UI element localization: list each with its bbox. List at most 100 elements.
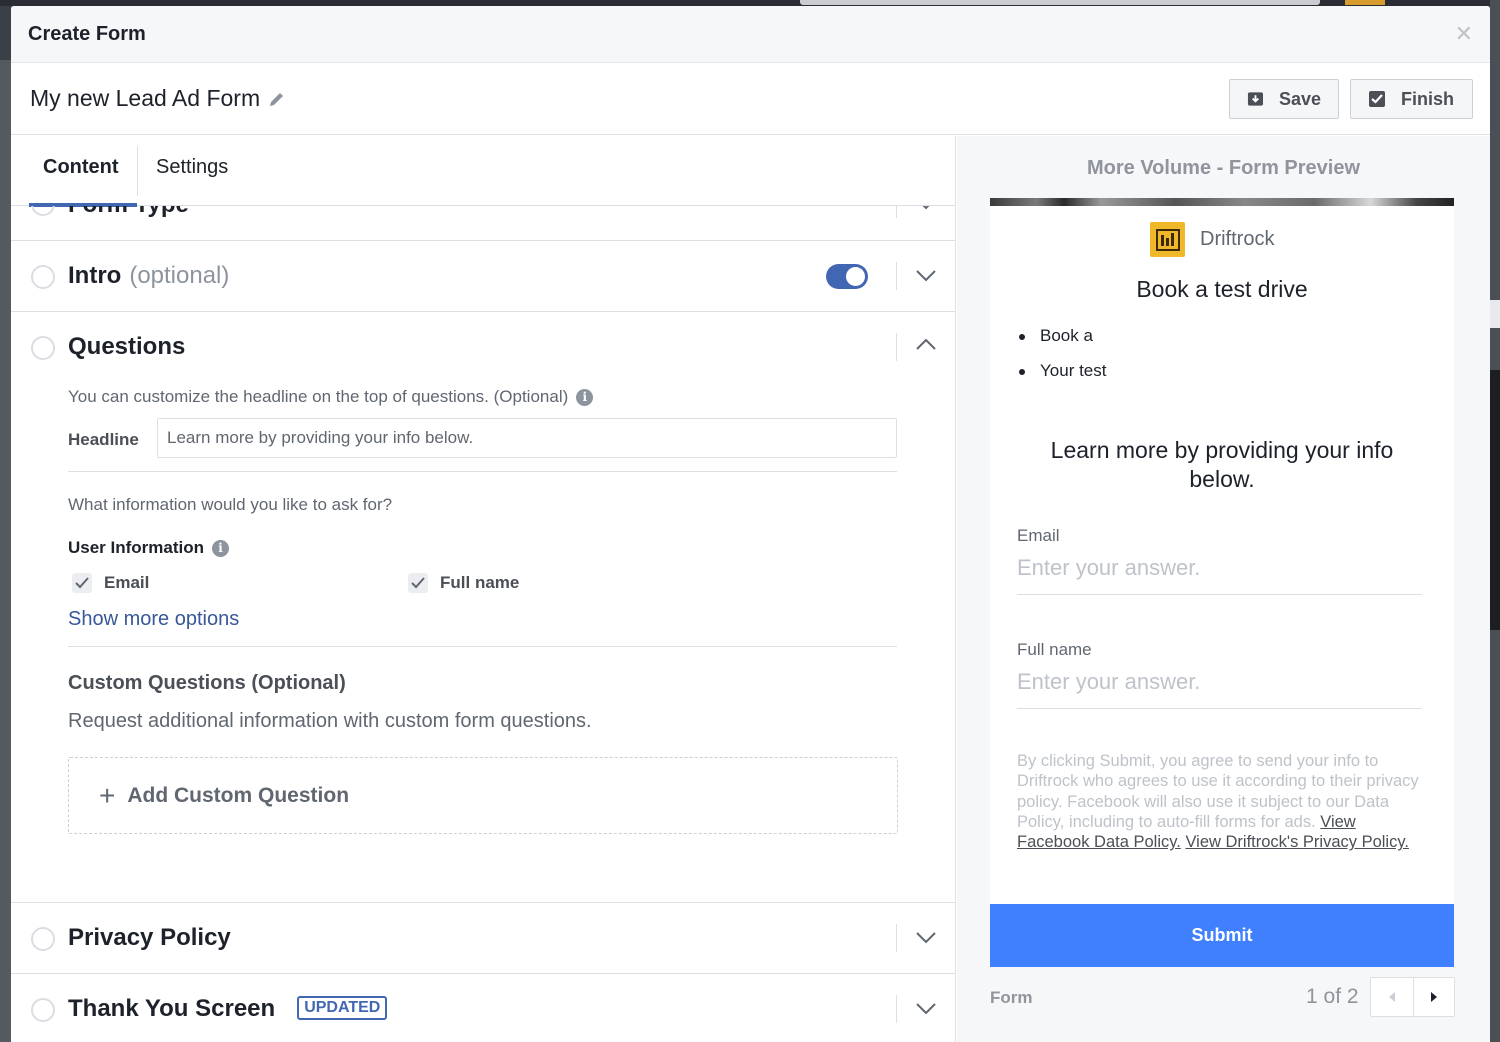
caret-left-icon <box>1388 992 1395 1002</box>
plus-icon: + <box>99 779 116 811</box>
status-circle <box>31 206 55 216</box>
section-title: Intro (optional) <box>68 262 229 290</box>
checkbox-email[interactable]: Email <box>72 573 149 593</box>
checkbox-label: Full name <box>440 573 520 592</box>
divider <box>896 333 897 361</box>
add-custom-label: Add Custom Question <box>127 783 350 807</box>
divider <box>68 471 897 472</box>
list-item: Book a <box>1018 326 1106 361</box>
content-panel: Content Settings Form Type Intro (optiona… <box>11 136 956 1042</box>
section-title: Thank You Screen UPDATED <box>68 995 388 1023</box>
brand-header: Driftrock <box>1150 222 1274 257</box>
checkmark-icon <box>72 573 92 593</box>
close-icon[interactable]: ✕ <box>1455 23 1473 45</box>
ask-text: What information would you like to ask f… <box>68 495 393 514</box>
preview-card: Driftrock Book a test drive Book a Your … <box>990 198 1454 904</box>
preview-headline: Book a test drive <box>1136 276 1308 302</box>
divider <box>896 262 897 290</box>
section-thank-you[interactable]: Thank You Screen UPDATED <box>11 974 955 1042</box>
edit-pencil-icon[interactable] <box>268 90 286 108</box>
intro-optional: (optional) <box>129 262 230 289</box>
chevron-down-icon[interactable] <box>916 931 936 945</box>
preview-bullets: Book a Your test <box>1018 326 1106 396</box>
brand-logo-icon <box>1150 222 1185 257</box>
preview-disclaimer: By clicking Submit, you agree to send yo… <box>1017 751 1427 852</box>
backdrop-left <box>0 60 11 1042</box>
chevron-down-icon[interactable] <box>917 206 935 210</box>
backdrop-right <box>1490 0 1500 1042</box>
create-form-modal: Create Form ✕ My new Lead Ad Form Save F… <box>11 6 1490 1042</box>
preview-fullname-input[interactable]: Enter your answer. <box>1017 669 1422 709</box>
chevron-down-icon[interactable] <box>916 269 936 283</box>
disclaimer-text: By clicking Submit, you agree to send yo… <box>1017 752 1419 831</box>
section-title: Form Type <box>68 206 189 219</box>
preview-questions-headline: Learn more by providing your info below. <box>1050 437 1394 492</box>
status-circle <box>31 998 55 1022</box>
modal-title: Create Form <box>28 22 146 45</box>
list-item: Your test <box>1018 361 1106 396</box>
checkmark-icon <box>408 573 428 593</box>
custom-questions-desc: Request additional information with cust… <box>68 710 592 732</box>
brand-name: Driftrock <box>1200 228 1275 250</box>
custom-questions-title: Custom Questions (Optional) <box>68 672 346 694</box>
preview-fullname-label: Full name <box>1017 640 1092 659</box>
preview-pager <box>1370 977 1455 1017</box>
preview-footer-label: Form <box>990 988 1033 1007</box>
finish-icon <box>1369 91 1385 107</box>
submit-button[interactable]: Submit <box>990 904 1454 967</box>
next-page-button[interactable] <box>1412 978 1455 1016</box>
headline-label: Headline <box>68 430 139 449</box>
thank-you-title: Thank You Screen <box>68 995 276 1022</box>
section-form-type[interactable]: Form Type <box>11 206 955 241</box>
headline-input[interactable] <box>157 418 897 458</box>
headline-hint: You can customize the headline on the to… <box>68 387 594 407</box>
cover-image <box>990 198 1454 206</box>
preview-email-input[interactable]: Enter your answer. <box>1017 555 1422 595</box>
divider <box>896 206 897 218</box>
divider <box>896 924 897 952</box>
caret-right-icon <box>1430 992 1437 1002</box>
checkbox-full-name[interactable]: Full name <box>408 573 519 593</box>
info-icon[interactable]: i <box>576 388 594 406</box>
divider <box>68 646 897 647</box>
chevron-up-icon[interactable] <box>916 337 936 351</box>
toggle-knob <box>846 267 865 286</box>
driftrock-privacy-policy-link[interactable]: View Driftrock's Privacy Policy. <box>1185 833 1409 851</box>
checkbox-label: Email <box>104 573 150 592</box>
section-title: Privacy Policy <box>68 924 231 951</box>
show-more-options-link[interactable]: Show more options <box>68 608 239 631</box>
save-icon <box>1247 92 1264 106</box>
tab-bar: Content Settings <box>11 136 955 207</box>
user-info-text: User Information <box>68 538 205 557</box>
prev-page-button[interactable] <box>1371 978 1413 1016</box>
hint-text: You can customize the headline on the to… <box>68 387 569 406</box>
tab-divider <box>137 146 138 196</box>
form-name-bar: My new Lead Ad Form Save Finish <box>11 63 1490 135</box>
section-questions: Questions You can customize the headline… <box>11 312 955 903</box>
add-custom-question-button[interactable]: + Add Custom Question <box>68 757 898 834</box>
updated-badge: UPDATED <box>297 995 388 1020</box>
status-circle <box>31 336 55 360</box>
chevron-down-icon[interactable] <box>916 1002 936 1016</box>
section-intro[interactable]: Intro (optional) <box>11 241 955 312</box>
section-privacy-policy[interactable]: Privacy Policy <box>11 903 955 974</box>
save-label: Save <box>1278 88 1321 109</box>
tab-content[interactable]: Content <box>43 156 119 179</box>
finish-label: Finish <box>1401 88 1454 109</box>
section-title: Questions <box>68 333 186 360</box>
status-circle <box>31 265 55 289</box>
status-circle <box>31 927 55 951</box>
save-button[interactable]: Save <box>1229 79 1339 119</box>
form-name[interactable]: My new Lead Ad Form <box>30 85 260 112</box>
intro-toggle[interactable] <box>826 264 868 289</box>
intro-title: Intro <box>68 262 122 289</box>
tab-settings[interactable]: Settings <box>156 156 228 179</box>
page-indicator: 1 of 2 <box>1306 985 1359 1008</box>
divider <box>896 995 897 1023</box>
submit-label: Submit <box>1191 925 1253 945</box>
form-preview-panel: More Volume - Form Preview Driftrock Boo… <box>957 136 1490 1042</box>
info-icon[interactable]: i <box>212 539 230 557</box>
preview-email-label: Email <box>1017 526 1060 545</box>
finish-button[interactable]: Finish <box>1350 79 1473 119</box>
user-information-label: User Information i <box>68 538 230 558</box>
